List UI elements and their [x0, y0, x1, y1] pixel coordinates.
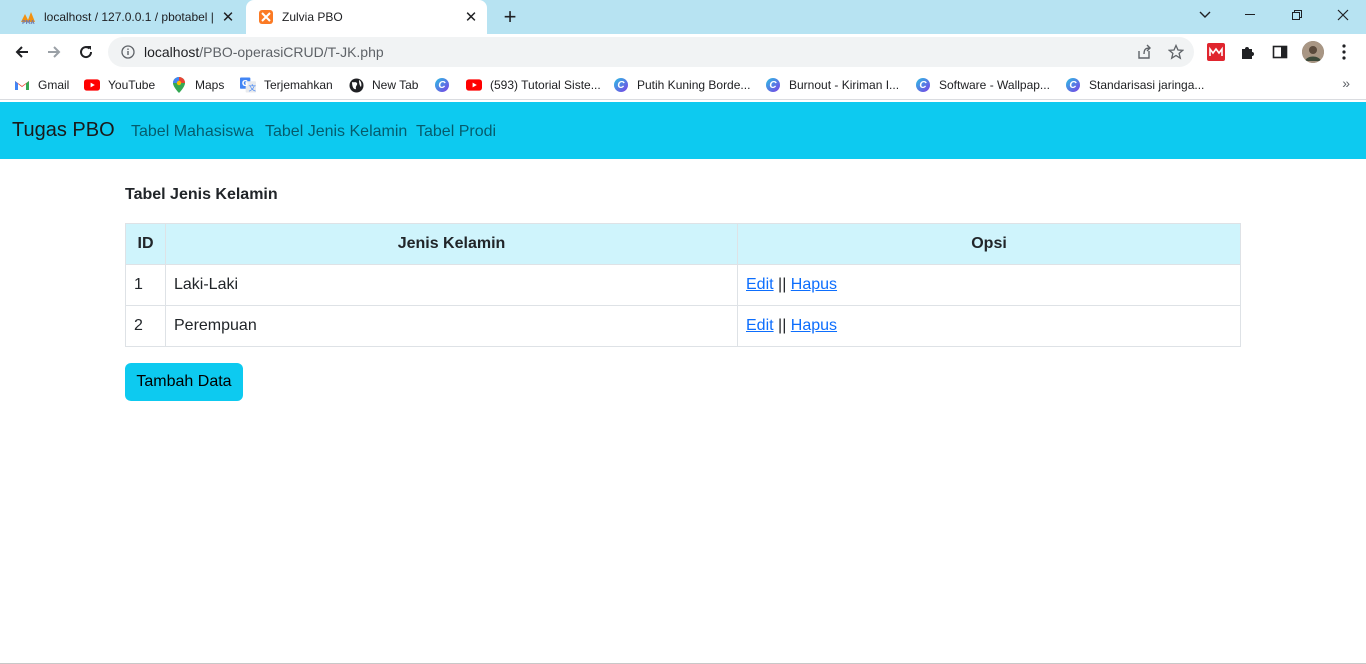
gmail-icon — [14, 77, 30, 93]
restore-button[interactable] — [1274, 0, 1320, 30]
edit-link[interactable]: Edit — [746, 317, 774, 334]
canva-icon: C — [765, 77, 781, 93]
svg-text:文: 文 — [248, 83, 256, 93]
bookmark-standarisasi[interactable]: C Standarisasi jaringa... — [1065, 75, 1204, 95]
site-info-icon[interactable] — [120, 44, 136, 60]
bookmark-software[interactable]: C Software - Wallpap... — [915, 75, 1050, 95]
column-header-opsi: Opsi — [737, 223, 1241, 265]
back-button[interactable] — [8, 38, 36, 66]
close-window-button[interactable] — [1320, 0, 1366, 30]
canva-icon: C — [1065, 77, 1081, 93]
nav-link-tabel-mahasiswa[interactable]: Tabel Mahasiswa — [131, 123, 254, 141]
tambah-data-button[interactable]: Tambah Data — [125, 363, 243, 401]
bookmarks-bar: Gmail YouTube Maps G文 Terjemahkan New Ta… — [0, 70, 1366, 100]
tab-search-icon[interactable] — [1182, 0, 1228, 30]
youtube-icon — [84, 77, 100, 93]
bookmark-translate[interactable]: G文 Terjemahkan — [240, 75, 333, 95]
menu-kebab-icon[interactable] — [1334, 42, 1354, 62]
reload-button[interactable] — [72, 38, 100, 66]
tab-phpmyadmin[interactable]: PMA localhost / 127.0.0.1 / pbotabel | ✕ — [8, 0, 244, 34]
cell-jenis-kelamin: Laki-Laki — [165, 264, 738, 306]
cell-id: 1 — [125, 264, 166, 306]
new-tab-button[interactable]: + — [498, 4, 522, 29]
tab-title: localhost / 127.0.0.1 / pbotabel | — [44, 10, 214, 24]
table-row: 1 Laki-Laki Edit || Hapus — [125, 264, 1241, 306]
canva-icon: C — [915, 77, 931, 93]
globe-icon — [348, 77, 364, 93]
tab-zulvia-pbo[interactable]: Zulvia PBO ✕ — [246, 0, 487, 34]
tab-title: Zulvia PBO — [282, 10, 343, 24]
nav-link-tabel-prodi[interactable]: Tabel Prodi — [416, 123, 496, 141]
address-bar[interactable]: localhost/PBO-operasiCRUD/T-JK.php — [108, 37, 1194, 67]
mendeley-extension-icon[interactable] — [1206, 42, 1226, 62]
close-tab-icon[interactable]: ✕ — [461, 7, 481, 27]
bookmark-gmail[interactable]: Gmail — [14, 75, 69, 95]
column-header-jenis-kelamin: Jenis Kelamin — [165, 223, 738, 265]
bookmark-star-icon[interactable] — [1166, 42, 1186, 62]
separator: || — [778, 317, 787, 334]
bookmark-burnout[interactable]: C Burnout - Kiriman I... — [765, 75, 899, 95]
more-bookmarks-icon[interactable]: » — [1342, 75, 1350, 91]
side-panel-icon[interactable] — [1270, 42, 1290, 62]
cell-opsi: Edit || Hapus — [737, 305, 1241, 347]
edit-link[interactable]: Edit — [746, 276, 774, 293]
canva-icon: C — [434, 77, 450, 93]
bookmark-tutorial[interactable]: (593) Tutorial Siste... — [466, 75, 601, 95]
site-navbar: Tugas PBO Tabel Mahasiswa Tabel Jenis Ke… — [0, 102, 1366, 159]
browser-toolbar: localhost/PBO-operasiCRUD/T-JK.php — [0, 34, 1366, 70]
separator: || — [778, 276, 787, 293]
bookmark-maps[interactable]: Maps — [171, 75, 224, 95]
nav-link-tabel-jenis-kelamin[interactable]: Tabel Jenis Kelamin — [265, 123, 407, 141]
hapus-link[interactable]: Hapus — [791, 276, 837, 293]
maps-icon — [171, 77, 187, 93]
cell-id: 2 — [125, 305, 166, 347]
hapus-link[interactable]: Hapus — [791, 317, 837, 334]
svg-text:PMA: PMA — [22, 20, 35, 25]
bookmark-putih-kuning[interactable]: C Putih Kuning Borde... — [613, 75, 750, 95]
url-text: localhost/PBO-operasiCRUD/T-JK.php — [144, 44, 384, 60]
minimize-button[interactable] — [1228, 0, 1274, 30]
youtube-icon — [466, 77, 482, 93]
cell-jenis-kelamin: Perempuan — [165, 305, 738, 347]
canva-icon: C — [613, 77, 629, 93]
bookmark-canva[interactable]: C — [434, 75, 458, 95]
xampp-icon — [258, 9, 274, 25]
page-heading: Tabel Jenis Kelamin — [125, 186, 278, 203]
browser-tab-strip: PMA localhost / 127.0.0.1 / pbotabel | ✕… — [0, 0, 1366, 34]
share-icon[interactable] — [1134, 42, 1154, 62]
svg-text:G: G — [242, 79, 248, 88]
profile-avatar[interactable] — [1302, 41, 1324, 63]
close-tab-icon[interactable]: ✕ — [218, 7, 238, 27]
jenis-kelamin-table: ID Jenis Kelamin Opsi 1 Laki-Laki Edit |… — [125, 223, 1241, 347]
table-row: 2 Perempuan Edit || Hapus — [125, 305, 1241, 347]
forward-button[interactable] — [40, 38, 68, 66]
cell-opsi: Edit || Hapus — [737, 264, 1241, 306]
page-content: Tugas PBO Tabel Mahasiswa Tabel Jenis Ke… — [0, 102, 1366, 664]
column-header-id: ID — [125, 223, 166, 265]
translate-icon: G文 — [240, 77, 256, 93]
phpmyadmin-icon: PMA — [20, 9, 36, 25]
extensions-puzzle-icon[interactable] — [1238, 42, 1258, 62]
navbar-brand[interactable]: Tugas PBO — [12, 119, 115, 142]
bookmark-new-tab[interactable]: New Tab — [348, 75, 418, 95]
table-header-row: ID Jenis Kelamin Opsi — [125, 223, 1241, 265]
bookmark-youtube[interactable]: YouTube — [84, 75, 155, 95]
